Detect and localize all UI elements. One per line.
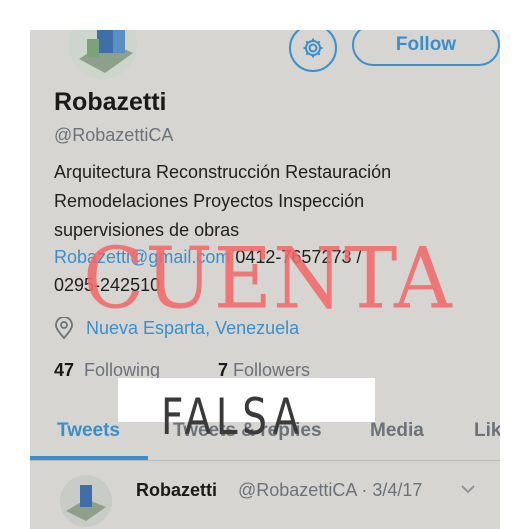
building-image-icon — [69, 30, 137, 79]
gear-icon — [303, 38, 323, 58]
tweet-author-name[interactable]: Robazetti — [136, 480, 217, 501]
profile-handle: @RobazettiCA — [54, 125, 174, 145]
follow-button[interactable]: Follow — [352, 30, 500, 66]
profile-display-name: Robazetti — [54, 88, 167, 116]
tab-tweets[interactable]: Tweets — [57, 420, 120, 442]
profile-avatar[interactable] — [66, 30, 140, 82]
tab-likes[interactable]: Lik — [474, 420, 500, 442]
stamp-falsa: FALSA — [161, 388, 304, 446]
tweet-handle-date: @RobazettiCA · 3/4/17 — [238, 480, 423, 500]
bio-line: Arquitectura Reconstrucción Restauración — [54, 162, 392, 182]
tweet-avatar[interactable] — [60, 475, 112, 527]
location-pin-icon — [55, 317, 73, 339]
tab-media[interactable]: Media — [370, 420, 424, 442]
bio-line: Remodelaciones Proyectos Inspección — [54, 191, 365, 211]
following-count[interactable]: 47 — [54, 360, 74, 381]
stamp-cuenta: CUENTA — [83, 229, 453, 328]
tweet-menu-button[interactable] — [460, 482, 476, 500]
building-image-icon — [60, 475, 112, 527]
settings-button[interactable] — [289, 30, 337, 72]
tabs-divider — [30, 460, 500, 461]
chevron-down-icon — [461, 485, 475, 494]
